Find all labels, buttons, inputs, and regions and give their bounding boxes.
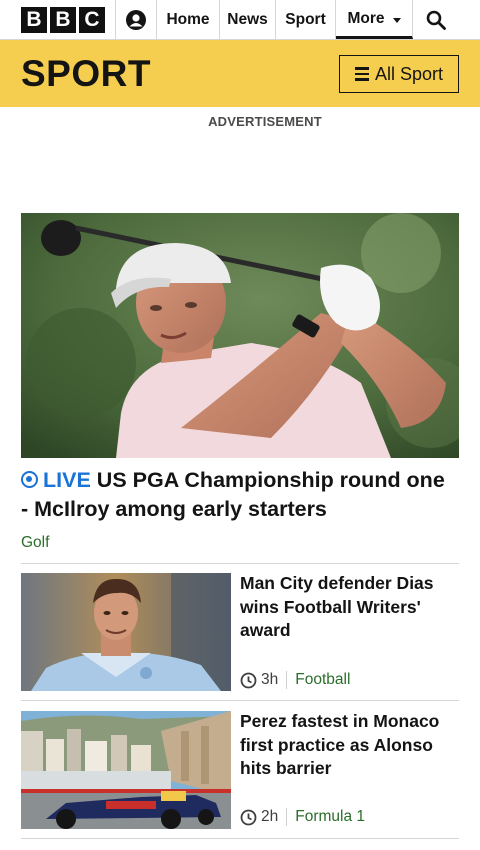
account-button[interactable] [116, 0, 157, 39]
hero-image[interactable] [21, 213, 459, 458]
account-icon [126, 9, 146, 30]
menu-icon [354, 67, 369, 81]
all-sport-button[interactable]: All Sport [339, 55, 459, 93]
story-category-link[interactable]: Football [295, 671, 350, 689]
logo-letter: B [50, 6, 76, 33]
chevron-down-icon [392, 18, 401, 23]
story-category-link[interactable]: Formula 1 [295, 808, 365, 826]
story-meta: 3h Football [240, 671, 350, 689]
golfer-photo [21, 213, 459, 458]
story-image[interactable] [21, 711, 231, 829]
top-navigation: B B C Home News Sport More [0, 0, 480, 40]
story-time: 2h [261, 808, 288, 826]
divider [21, 838, 459, 839]
section-header: SPORT All Sport [0, 40, 480, 107]
live-label: LIVE [43, 468, 91, 492]
advertisement-label: ADVERTISEMENT [208, 114, 322, 129]
clock-icon [240, 809, 257, 825]
logo-letter: B [21, 6, 47, 33]
nav-item-more[interactable]: More [336, 0, 413, 39]
divider [21, 700, 459, 701]
nav-item-label: Sport [285, 10, 326, 28]
monaco-f1-photo [21, 711, 231, 829]
nav-item-label: More [347, 10, 385, 27]
live-icon [21, 471, 38, 488]
nav-item-label: Home [166, 10, 210, 28]
all-sport-label: All Sport [374, 63, 444, 84]
bbc-logo-link[interactable]: B B C [0, 0, 116, 39]
story-image[interactable] [21, 573, 231, 691]
divider [21, 563, 459, 564]
hero-headline-link[interactable]: LIVE US PGA Championship round one - McIl… [21, 466, 451, 524]
nav-item-sport[interactable]: Sport [276, 0, 336, 39]
story-meta: 2h Formula 1 [240, 808, 365, 826]
clock-icon [240, 672, 257, 688]
nav-item-home[interactable]: Home [157, 0, 220, 39]
story-time: 3h [261, 671, 288, 689]
hero-tag-link[interactable]: Golf [21, 534, 49, 552]
nav-item-news[interactable]: News [220, 0, 276, 39]
footballer-photo [21, 573, 231, 691]
nav-item-label: News [227, 10, 268, 28]
story-headline[interactable]: Man City defender Dias wins Football Wri… [240, 572, 460, 643]
logo-letter: C [79, 6, 105, 33]
search-button[interactable] [413, 0, 459, 39]
story-headline[interactable]: Perez fastest in Monaco first practice a… [240, 710, 460, 781]
search-icon [426, 10, 446, 30]
section-title[interactable]: SPORT [21, 52, 151, 96]
bbc-logo: B B C [21, 6, 105, 33]
